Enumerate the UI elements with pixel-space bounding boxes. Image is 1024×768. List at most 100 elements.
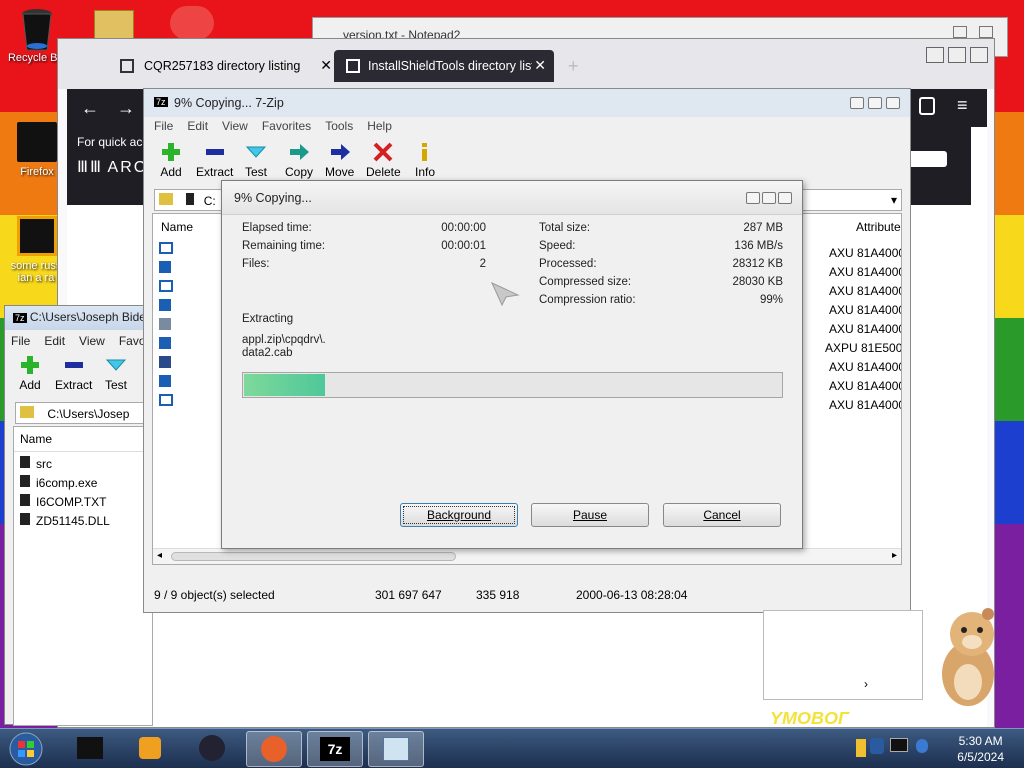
move-button[interactable]: Move <box>325 141 354 179</box>
add-button[interactable]: Add <box>19 354 41 392</box>
minimize-button[interactable] <box>850 97 864 109</box>
new-tab-button[interactable]: + <box>568 56 579 77</box>
tab-installshield-listing[interactable]: InstallShieldTools directory listi ✕ <box>334 50 554 82</box>
info-button[interactable]: Info <box>414 141 436 179</box>
list-item[interactable]: ZD51145.DLL <box>14 511 152 530</box>
file-list[interactable]: Name src i6comp.exe I6COMP.TXT ZD51145.D… <box>13 426 153 726</box>
tray-monitor-icon[interactable] <box>890 738 908 752</box>
maximize-button[interactable] <box>868 97 882 109</box>
menu-help[interactable]: Help <box>367 119 392 133</box>
dialog-minimize-button[interactable] <box>746 192 760 204</box>
extract-button[interactable]: Extract <box>55 354 92 392</box>
list-item[interactable]: AXPU 81E5000 <box>825 339 901 358</box>
sevenzip-secondary-window[interactable]: 7z C:\Users\Joseph Bide File Edit View F… <box>4 305 153 726</box>
button-label: Add <box>160 165 182 179</box>
taskbar-media-player-icon[interactable] <box>122 731 178 767</box>
list-item[interactable]: AXU 81A4000 <box>829 358 901 377</box>
tray-flag-icon[interactable] <box>856 739 866 757</box>
cancel-button[interactable]: Cancel <box>663 503 781 527</box>
scroll-arrow-icon[interactable]: › <box>864 677 868 691</box>
copy-button[interactable]: Copy <box>285 141 313 179</box>
dialog-close-button[interactable] <box>778 192 792 204</box>
scroll-right-icon[interactable]: ▸ <box>892 550 897 561</box>
attribute-column-header[interactable]: Attribute <box>856 220 901 234</box>
list-item[interactable]: AXU 81A4000 <box>829 396 901 415</box>
copy-progress-dialog[interactable]: 9% Copying... Elapsed time: 00:00:00 Rem… <box>221 180 803 549</box>
menu-tools[interactable]: Tools <box>325 119 353 133</box>
back-arrow-icon[interactable]: ← <box>81 98 99 119</box>
info-icon <box>414 141 436 163</box>
dialog-maximize-button[interactable] <box>762 192 776 204</box>
path-dropdown-icon[interactable]: ▾ <box>891 193 897 207</box>
name-column-header[interactable]: Name <box>161 220 193 234</box>
menu-favorites[interactable]: Favo <box>119 334 146 350</box>
name-column-header[interactable]: Name <box>14 427 152 452</box>
list-item[interactable]: i6comp.exe <box>14 473 152 492</box>
add-button[interactable]: Add <box>160 141 182 179</box>
taskbar-notepad-icon[interactable] <box>368 731 424 767</box>
menu-edit[interactable]: Edit <box>44 334 65 350</box>
menu-icon[interactable]: ≡ <box>957 95 968 116</box>
file-icon <box>159 375 171 387</box>
minus-icon <box>63 354 85 376</box>
background-button[interactable]: Background <box>400 503 518 527</box>
taskbar-clock[interactable]: 5:30 AM 6/5/2024 <box>957 733 1004 765</box>
tab-label: CQR257183 directory listing <box>144 59 301 73</box>
list-item[interactable]: AXU 81A4000 <box>829 301 901 320</box>
menu-view[interactable]: View <box>222 119 248 133</box>
tab-cqr-listing[interactable]: CQR257183 directory listing ✕ <box>108 50 332 82</box>
taskbar-firefox-icon[interactable] <box>246 731 302 767</box>
compression-ratio-value: 99% <box>759 294 783 306</box>
notepad-close-button[interactable] <box>979 26 993 38</box>
close-icon[interactable]: ✕ <box>320 57 332 74</box>
sevenzip-icon: 7z <box>154 97 168 107</box>
menu-file[interactable]: File <box>154 119 173 133</box>
list-item[interactable]: AXU 81A4000 <box>829 282 901 301</box>
up-folder-icon[interactable] <box>20 406 34 418</box>
list-item[interactable]: src <box>14 452 152 473</box>
ff-maximize-button[interactable] <box>948 47 966 63</box>
menu-edit[interactable]: Edit <box>187 119 208 133</box>
desktop-icon-folder[interactable] <box>94 10 134 40</box>
check-icon <box>245 141 267 163</box>
list-item[interactable]: AXU 81A4000 <box>829 244 901 263</box>
window-title: C:\Users\Joseph Bide <box>29 310 146 324</box>
list-item[interactable]: AXU 81A4000 <box>829 320 901 339</box>
list-item[interactable]: I6COMP.TXT <box>14 492 152 511</box>
list-item[interactable]: AXU 81A4000 <box>829 377 901 396</box>
button-label: Test <box>245 165 268 179</box>
tray-shield-icon[interactable] <box>870 738 884 754</box>
archive-logo-icon: ⅢⅢ ARC <box>77 159 148 176</box>
horizontal-scrollbar[interactable]: ◂ ▸ <box>153 548 901 564</box>
menu-file[interactable]: File <box>11 334 30 350</box>
up-folder-icon[interactable] <box>159 193 173 205</box>
taskbar-globe-icon[interactable] <box>184 731 240 767</box>
notepad-minimize-button[interactable] <box>953 26 967 38</box>
taskbar-explorer-icon[interactable] <box>62 731 118 767</box>
ff-close-button[interactable] <box>970 47 988 63</box>
extract-button[interactable]: Extract <box>196 141 233 179</box>
archive-icon <box>120 59 134 73</box>
taskbar-7zip-icon[interactable]: 7z <box>307 731 363 767</box>
desktop-icon-app[interactable] <box>170 6 214 40</box>
delete-button[interactable]: Delete <box>366 141 401 179</box>
menu-favorites[interactable]: Favorites <box>262 119 311 133</box>
close-button[interactable] <box>886 97 900 109</box>
sevenzip-title-bar: 7z 9% Copying... 7-Zip <box>144 89 910 117</box>
ff-minimize-button[interactable] <box>926 47 944 63</box>
list-item[interactable]: AXU 81A4000 <box>829 263 901 282</box>
test-button[interactable]: Test <box>245 141 267 179</box>
current-path: appl.zip\cpqdrv\. <box>242 334 326 346</box>
close-icon[interactable]: ✕ <box>534 57 546 74</box>
menu-view[interactable]: View <box>79 334 105 350</box>
tray-network-icon[interactable] <box>916 739 928 753</box>
extensions-icon[interactable] <box>919 97 935 115</box>
scrollbar-thumb[interactable] <box>171 552 456 561</box>
scroll-left-icon[interactable]: ◂ <box>157 550 162 561</box>
start-button[interactable] <box>6 731 46 767</box>
attribute-column: AXU 81A4000 AXU 81A4000 AXU 81A4000 AXU … <box>825 244 901 415</box>
path-bar[interactable]: C:\Users\Josep <box>15 402 151 424</box>
forward-arrow-icon[interactable]: → <box>117 98 135 119</box>
pause-button[interactable]: Pause <box>531 503 649 527</box>
test-button[interactable]: Test <box>105 354 127 392</box>
